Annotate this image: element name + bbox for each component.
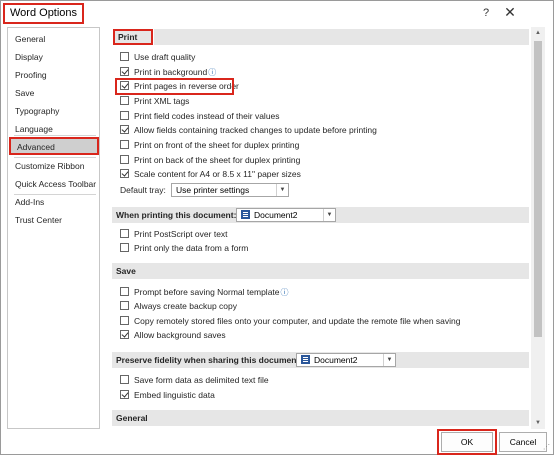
option-label: Scale content for A4 or 8.5 x 11" paper … bbox=[134, 169, 301, 179]
option-print-postscript[interactable]: Print PostScript over text bbox=[120, 228, 228, 241]
option-label: Save form data as delimited text file bbox=[134, 375, 269, 385]
checkbox[interactable] bbox=[120, 301, 129, 310]
sidebar-item-general[interactable]: General bbox=[8, 30, 99, 48]
section-title: When printing this document: bbox=[116, 210, 237, 220]
sidebar-item-trust-center[interactable]: Trust Center bbox=[8, 211, 99, 229]
checkbox[interactable] bbox=[120, 330, 129, 339]
checkbox[interactable] bbox=[120, 125, 129, 134]
option-copy-remote-files[interactable]: Copy remotely stored files onto your com… bbox=[120, 315, 461, 328]
checkbox[interactable] bbox=[120, 67, 129, 76]
word-document-icon bbox=[301, 355, 310, 364]
option-label: Print on back of the sheet for duplex pr… bbox=[134, 155, 301, 165]
chevron-down-icon: ▼ bbox=[383, 354, 395, 366]
save-section-header: Save bbox=[112, 263, 529, 279]
option-label: Print in background bbox=[134, 67, 208, 77]
info-icon[interactable]: ⓘ bbox=[208, 68, 216, 77]
document-name: Document2 bbox=[254, 210, 298, 220]
document-name: Document2 bbox=[314, 355, 358, 365]
ok-button[interactable]: OK bbox=[441, 432, 493, 452]
advanced-options-panel: Print Use draft quality Print in backgro… bbox=[112, 27, 529, 429]
print-section-header: Print bbox=[113, 29, 153, 45]
checkbox[interactable] bbox=[120, 316, 129, 325]
sidebar-item-proofing[interactable]: Proofing bbox=[8, 66, 99, 84]
fidelity-document-select[interactable]: Document2 ▼ bbox=[296, 353, 396, 367]
word-document-icon bbox=[241, 210, 250, 219]
dialog-title: Word Options bbox=[3, 3, 85, 24]
general-section-header: General bbox=[112, 410, 529, 426]
when-printing-document-select[interactable]: Document2 ▼ bbox=[236, 208, 336, 222]
option-print-field-codes[interactable]: Print field codes instead of their value… bbox=[120, 110, 280, 123]
option-label: Allow background saves bbox=[134, 330, 226, 340]
option-print-front-duplex[interactable]: Print on front of the sheet for duplex p… bbox=[120, 139, 299, 152]
chevron-down-icon: ▼ bbox=[276, 184, 288, 196]
option-label: Use draft quality bbox=[134, 52, 196, 62]
word-options-dialog: Word Options ? ✕ General Display Proofin… bbox=[0, 0, 554, 455]
checkbox[interactable] bbox=[120, 229, 129, 238]
close-button[interactable]: ✕ bbox=[503, 5, 517, 19]
info-icon[interactable]: ⓘ bbox=[281, 288, 289, 297]
chevron-down-icon: ▼ bbox=[323, 209, 335, 221]
sidebar-item-typography[interactable]: Typography bbox=[8, 102, 99, 120]
option-allow-fields-tracked-changes[interactable]: Allow fields containing tracked changes … bbox=[120, 124, 377, 137]
default-tray-value: Use printer settings bbox=[176, 185, 250, 195]
option-print-back-duplex[interactable]: Print on back of the sheet for duplex pr… bbox=[120, 154, 300, 167]
section-title: Preserve fidelity when sharing this docu… bbox=[116, 355, 303, 365]
option-print-form-data[interactable]: Print only the data from a form bbox=[120, 242, 248, 255]
sidebar-item-save[interactable]: Save bbox=[8, 84, 99, 102]
option-label: Copy remotely stored files onto your com… bbox=[134, 316, 461, 326]
checkbox[interactable] bbox=[120, 243, 129, 252]
sidebar-item-add-ins[interactable]: Add-Ins bbox=[8, 193, 99, 211]
default-tray-label: Default tray: bbox=[120, 185, 166, 195]
cancel-button[interactable]: Cancel bbox=[499, 432, 547, 452]
option-label: Allow fields containing tracked changes … bbox=[134, 125, 377, 135]
checkbox[interactable] bbox=[120, 375, 129, 384]
option-scale-content[interactable]: Scale content for A4 or 8.5 x 11" paper … bbox=[120, 168, 301, 181]
checkbox[interactable] bbox=[120, 155, 129, 164]
option-label: Embed linguistic data bbox=[134, 390, 215, 400]
option-label: Prompt before saving Normal template bbox=[134, 287, 280, 297]
option-label: Print field codes instead of their value… bbox=[134, 111, 280, 121]
sidebar-item-display[interactable]: Display bbox=[8, 48, 99, 66]
content-scrollbar[interactable]: ▲ ▼ bbox=[531, 27, 545, 429]
options-sidebar: General Display Proofing Save Typography… bbox=[7, 27, 100, 429]
option-save-form-data[interactable]: Save form data as delimited text file bbox=[120, 374, 269, 387]
resize-grip-icon[interactable]: ⋰ bbox=[543, 444, 551, 452]
checkbox[interactable] bbox=[120, 390, 129, 399]
checkbox[interactable] bbox=[120, 96, 129, 105]
option-label: Print PostScript over text bbox=[134, 229, 228, 239]
checkbox[interactable] bbox=[120, 111, 129, 120]
checkbox[interactable] bbox=[120, 287, 129, 296]
option-embed-linguistic[interactable]: Embed linguistic data bbox=[120, 389, 215, 402]
sidebar-item-quick-access-toolbar[interactable]: Quick Access Toolbar bbox=[8, 175, 99, 193]
scrollbar-thumb[interactable] bbox=[534, 41, 542, 337]
highlight-box bbox=[115, 78, 234, 95]
option-print-xml-tags[interactable]: Print XML tags bbox=[120, 95, 189, 108]
title-bar: Word Options ? ✕ bbox=[1, 1, 553, 27]
section-band bbox=[154, 29, 529, 45]
default-tray-select[interactable]: Use printer settings ▼ bbox=[171, 183, 289, 197]
option-allow-background-saves[interactable]: Allow background saves bbox=[120, 329, 226, 342]
option-use-draft-quality[interactable]: Use draft quality bbox=[120, 51, 195, 64]
checkbox[interactable] bbox=[120, 140, 129, 149]
option-label: Print on front of the sheet for duplex p… bbox=[134, 140, 300, 150]
checkbox[interactable] bbox=[120, 169, 129, 178]
scroll-up-arrow-icon[interactable]: ▲ bbox=[531, 27, 545, 39]
sidebar-item-customize-ribbon[interactable]: Customize Ribbon bbox=[8, 157, 99, 175]
option-label: Always create backup copy bbox=[134, 301, 237, 311]
option-label: Print XML tags bbox=[134, 96, 190, 106]
option-label: Print only the data from a form bbox=[134, 243, 249, 253]
option-prompt-normal-template[interactable]: Prompt before saving Normal templateⓘ bbox=[120, 286, 289, 299]
help-button[interactable]: ? bbox=[479, 6, 493, 20]
scroll-down-arrow-icon[interactable]: ▼ bbox=[531, 417, 545, 429]
checkbox[interactable] bbox=[120, 52, 129, 61]
sidebar-item-advanced[interactable]: Advanced bbox=[9, 137, 99, 155]
sidebar-divider bbox=[14, 135, 96, 136]
option-always-backup[interactable]: Always create backup copy bbox=[120, 300, 237, 313]
